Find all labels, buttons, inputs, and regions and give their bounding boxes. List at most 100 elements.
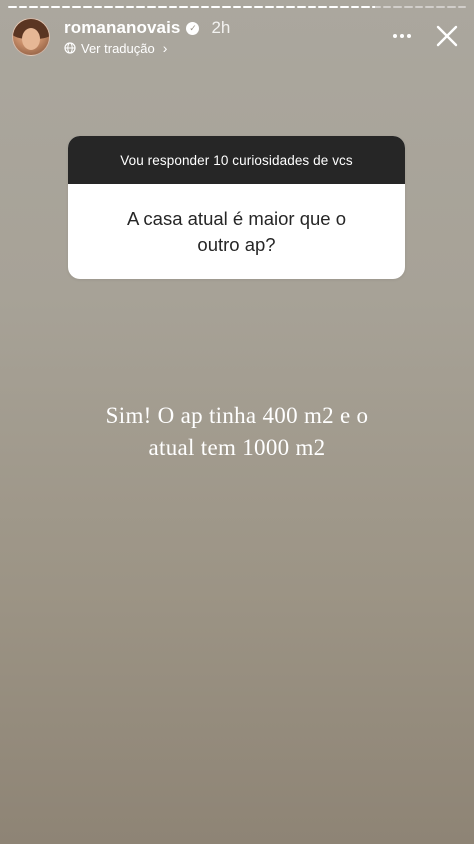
story-progress-segment [361, 6, 370, 8]
story-progress-fill [40, 6, 49, 8]
story-progress-segment [243, 6, 253, 8]
user-top-row: romananovais ✓ 2h [64, 18, 230, 38]
verified-badge-icon: ✓ [186, 21, 200, 35]
story-progress-segment [296, 6, 306, 8]
story-progress-fill [371, 6, 375, 8]
story-progress-segment [147, 6, 156, 8]
story-progress-fill [200, 6, 210, 8]
story-progress-fill [168, 6, 178, 8]
story-progress-segment [200, 6, 210, 8]
story-progress-bar [8, 6, 467, 8]
story-header: romananovais ✓ 2h Ver tradução › [12, 14, 462, 60]
answer-line-2: atual tem 1000 m2 [148, 435, 326, 460]
story-progress-segment [104, 6, 114, 8]
username[interactable]: romananovais [64, 18, 180, 38]
story-progress-segment [189, 6, 199, 8]
story-progress-fill [361, 6, 370, 8]
story-progress-segment [82, 6, 92, 8]
story-progress-fill [286, 6, 295, 8]
story-progress-segment [446, 6, 456, 8]
story-progress-fill [329, 6, 338, 8]
story-progress-segment [275, 6, 285, 8]
story-progress-fill [307, 6, 317, 8]
story-progress-fill [350, 6, 360, 8]
story-progress-fill [243, 6, 253, 8]
close-icon[interactable] [434, 23, 460, 49]
see-translation-label: Ver tradução [81, 40, 155, 56]
story-progress-fill [147, 6, 156, 8]
story-progress-fill [8, 6, 17, 8]
more-dot [407, 34, 411, 38]
story-progress-segment [393, 6, 403, 8]
story-progress-segment [264, 6, 274, 8]
story-progress-segment [115, 6, 124, 8]
post-time: 2h [211, 18, 231, 37]
story-progress-segment [414, 6, 424, 8]
avatar-face [22, 28, 40, 50]
user-info: romananovais ✓ 2h Ver tradução › [64, 18, 230, 56]
story-progress-segment [307, 6, 317, 8]
story-progress-fill [296, 6, 306, 8]
story-progress-segment [425, 6, 435, 8]
story-progress-segment [350, 6, 360, 8]
story-progress-segment [318, 6, 328, 8]
story-progress-segment [436, 6, 445, 8]
story-progress-fill [18, 6, 28, 8]
story-progress-segment [457, 6, 467, 8]
story-progress-fill [318, 6, 328, 8]
see-translation-link[interactable]: Ver tradução › [64, 40, 230, 56]
story-progress-segment [136, 6, 146, 8]
story-progress-fill [72, 6, 81, 8]
story-progress-segment [211, 6, 221, 8]
story-progress-segment [371, 6, 381, 8]
more-dot [393, 34, 397, 38]
story-progress-fill [275, 6, 285, 8]
story-progress-segment [93, 6, 103, 8]
story-progress-segment [29, 6, 39, 8]
story-progress-segment [50, 6, 60, 8]
answer-line-1: Sim! O ap tinha 400 m2 e o [105, 403, 369, 428]
story-progress-fill [82, 6, 92, 8]
story-progress-fill [264, 6, 274, 8]
story-progress-segment [168, 6, 178, 8]
story-progress-segment [404, 6, 413, 8]
question-sticker-prompt: Vou responder 10 curiosidades de vcs [68, 136, 405, 184]
story-progress-fill [61, 6, 71, 8]
story-progress-fill [125, 6, 135, 8]
story-progress-fill [50, 6, 60, 8]
question-sticker-question: A casa atual é maior que o outro ap? [126, 207, 347, 255]
story-progress-segment [125, 6, 135, 8]
story-progress-fill [136, 6, 146, 8]
story-progress-fill [189, 6, 199, 8]
story-progress-fill [29, 6, 39, 8]
story-progress-segment [339, 6, 349, 8]
globe-icon [64, 42, 76, 54]
story-progress-segment [382, 6, 392, 8]
story-progress-fill [157, 6, 167, 8]
story-progress-segment [222, 6, 231, 8]
story-progress-fill [339, 6, 349, 8]
story-progress-segment [232, 6, 242, 8]
chevron-right-icon: › [162, 40, 168, 56]
more-dot [400, 34, 404, 38]
story-progress-fill [211, 6, 221, 8]
story-progress-segment [179, 6, 188, 8]
story-progress-fill [115, 6, 124, 8]
story-progress-segment [254, 6, 263, 8]
story-progress-segment [40, 6, 49, 8]
story-progress-segment [18, 6, 28, 8]
question-sticker[interactable]: Vou responder 10 curiosidades de vcs A c… [68, 136, 405, 279]
story-progress-fill [179, 6, 188, 8]
story-progress-fill [254, 6, 263, 8]
story-progress-fill [93, 6, 103, 8]
story-progress-fill [104, 6, 114, 8]
story-viewer[interactable]: romananovais ✓ 2h Ver tradução › Vou res… [0, 0, 474, 844]
story-progress-segment [61, 6, 71, 8]
story-progress-segment [286, 6, 295, 8]
story-progress-segment [72, 6, 81, 8]
more-horizontal-icon[interactable] [390, 26, 414, 46]
avatar[interactable] [12, 18, 50, 56]
story-progress-fill [232, 6, 242, 8]
story-progress-segment [157, 6, 167, 8]
story-progress-segment [8, 6, 17, 8]
